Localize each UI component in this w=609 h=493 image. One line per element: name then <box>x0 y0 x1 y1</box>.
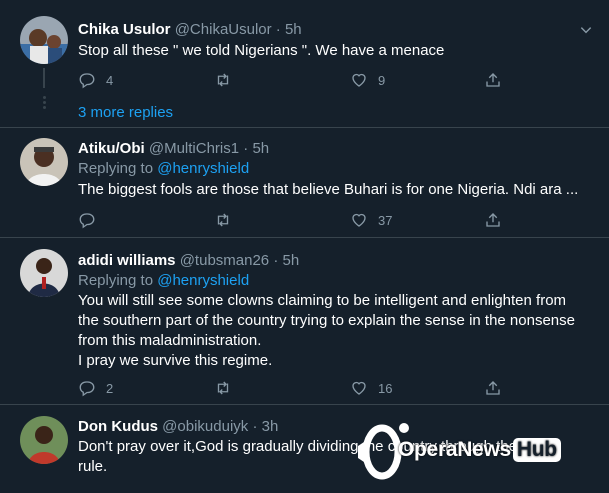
replying-to-label: Replying to <box>78 272 154 289</box>
reply-button[interactable]: 4 <box>78 70 113 90</box>
tweet-replies-feed: Chika Usulor @ChikaUsulor · 5h Stop all … <box>0 0 609 493</box>
tweet-text-line: You will still see some clowns claiming … <box>78 292 567 309</box>
reply-button[interactable] <box>78 210 106 230</box>
heart-icon <box>352 213 366 227</box>
watermark-text: OperaNews Hub <box>398 438 561 462</box>
like-button[interactable]: 9 <box>350 70 385 90</box>
like-button[interactable]: 37 <box>350 210 392 230</box>
replying-to: Replying to @henryshield <box>78 159 249 179</box>
tweet-time[interactable]: 5h <box>285 21 302 38</box>
author-name[interactable]: adidi williams <box>78 252 176 269</box>
avatar[interactable] <box>20 138 68 186</box>
mention-link[interactable]: @henryshield <box>157 160 249 177</box>
comment-bubble-icon <box>79 381 95 397</box>
share-button[interactable] <box>484 378 502 398</box>
tweet-text-line: the southern part of the country trying … <box>78 312 575 329</box>
more-options-caret[interactable] <box>577 21 595 39</box>
separator-dot: · <box>243 140 249 157</box>
retweet-icon <box>217 381 229 395</box>
avatar[interactable] <box>20 249 68 297</box>
show-more-replies-link[interactable]: 3 more replies <box>78 104 173 121</box>
tweet-time[interactable]: 5h <box>283 252 300 269</box>
share-icon <box>486 73 500 87</box>
retweet-icon <box>217 73 229 87</box>
share-icon <box>486 381 500 395</box>
tweet-text-line: from this maladministration. <box>78 332 262 349</box>
reply-button[interactable]: 2 <box>78 378 113 398</box>
author-handle[interactable]: @MultiChris1 <box>149 140 239 157</box>
like-count: 16 <box>378 380 393 396</box>
tweet[interactable]: Chika Usulor @ChikaUsulor · 5h Stop all … <box>0 0 609 128</box>
tweet-time[interactable]: 3h <box>262 418 279 435</box>
tweet-text-line: The biggest fools are those that believe… <box>78 181 579 198</box>
tweet-text: Stop all these " we told Nigerians ". We… <box>78 41 588 61</box>
share-button[interactable] <box>484 70 502 90</box>
replying-to: Replying to @henryshield <box>78 271 249 291</box>
tweet-text: The biggest fools are those that believe… <box>78 180 588 200</box>
tweet-header: adidi williams @tubsman26 · 5h <box>78 251 299 271</box>
tweet-actions: 37 <box>78 210 518 230</box>
tweet[interactable]: adidi williams @tubsman26 · 5h Replying … <box>0 237 609 405</box>
heart-icon <box>352 73 366 87</box>
tweet-text-line: I pray we survive this regime. <box>78 352 273 369</box>
author-name[interactable]: Chika Usulor <box>78 21 171 38</box>
retweet-button[interactable] <box>214 378 242 398</box>
retweet-icon <box>217 213 229 227</box>
opera-news-hub-watermark: OperaNews Hub <box>352 416 602 488</box>
separator-dot: · <box>275 21 281 38</box>
author-handle[interactable]: @obikuduiyk <box>162 418 248 435</box>
like-button[interactable]: 16 <box>350 378 392 398</box>
share-button[interactable] <box>484 210 502 230</box>
chevron-down-icon <box>580 27 592 34</box>
tweet-text: You will still see some clowns claiming … <box>78 291 588 371</box>
thread-line <box>43 68 45 88</box>
retweet-button[interactable] <box>214 210 242 230</box>
tweet-text-line: Stop all these " we told Nigerians ". We… <box>78 42 445 59</box>
tweet-actions: 2 16 <box>78 378 518 398</box>
tweet[interactable]: Atiku/Obi @MultiChris1 · 5h Replying to … <box>0 127 609 238</box>
separator-dot: · <box>273 252 279 269</box>
like-count: 9 <box>378 72 386 88</box>
watermark-hub: Hub <box>512 438 561 462</box>
mention-link[interactable]: @henryshield <box>157 272 249 289</box>
like-count: 37 <box>378 212 393 228</box>
comment-bubble-icon <box>79 213 95 229</box>
comment-bubble-icon <box>79 73 95 89</box>
replying-to-label: Replying to <box>78 160 154 177</box>
author-name[interactable]: Don Kudus <box>78 418 158 435</box>
tweet-header: Atiku/Obi @MultiChris1 · 5h <box>78 139 269 159</box>
avatar[interactable] <box>20 416 68 464</box>
tweet-actions: 4 9 <box>78 70 518 90</box>
thread-dots <box>39 94 49 111</box>
retweet-button[interactable] <box>214 70 242 90</box>
reply-count: 4 <box>106 72 114 88</box>
separator-dot: · <box>252 418 258 435</box>
share-icon <box>486 213 500 227</box>
avatar[interactable] <box>20 16 68 64</box>
reply-count: 2 <box>106 380 114 396</box>
heart-icon <box>352 381 366 395</box>
tweet-time[interactable]: 5h <box>252 140 269 157</box>
watermark-brand: OperaNews <box>398 438 511 461</box>
author-handle[interactable]: @tubsman26 <box>180 252 269 269</box>
author-handle[interactable]: @ChikaUsulor <box>175 21 272 38</box>
author-name[interactable]: Atiku/Obi <box>78 140 145 157</box>
tweet-header: Chika Usulor @ChikaUsulor · 5h <box>78 20 302 40</box>
tweet-header: Don Kudus @obikuduiyk · 3h <box>78 417 278 437</box>
